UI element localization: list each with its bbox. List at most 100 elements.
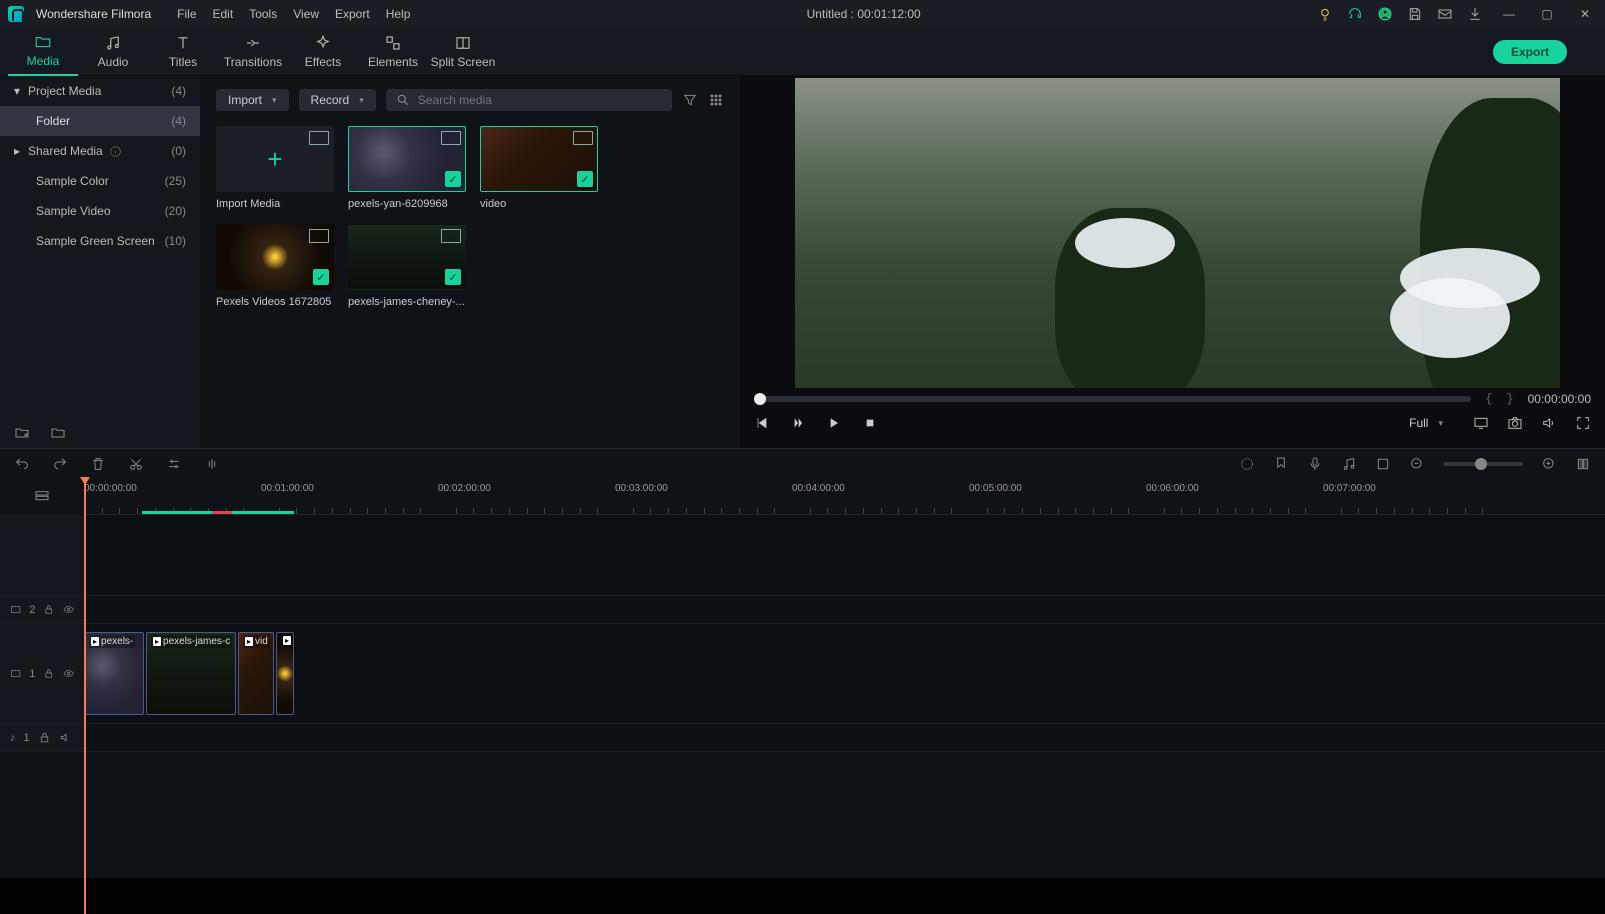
sidebar-item-sample-video[interactable]: Sample Video (20)	[0, 196, 200, 226]
timeline-ruler[interactable]: 00:00:00:0000:01:00:0000:02:00:0000:03:0…	[84, 479, 1605, 515]
play-button[interactable]	[790, 415, 806, 431]
zoom-out-icon[interactable]	[1409, 456, 1425, 472]
import-dropdown[interactable]: Import▾	[216, 89, 289, 111]
stop-button[interactable]	[862, 415, 878, 431]
mark-in-icon[interactable]: {	[1485, 392, 1492, 406]
close-button[interactable]: ✕	[1573, 7, 1597, 21]
fit-icon[interactable]	[1575, 456, 1591, 472]
menu-tools[interactable]: Tools	[249, 7, 277, 21]
idea-icon[interactable]	[1317, 6, 1333, 22]
adjust-icon[interactable]	[166, 456, 182, 472]
export-button[interactable]: Export	[1493, 40, 1567, 64]
info-icon[interactable]	[109, 145, 122, 158]
playhead[interactable]	[84, 479, 86, 914]
sidebar-count: (20)	[165, 204, 186, 218]
media-thumbnail[interactable]: ✓video	[480, 126, 598, 210]
sidebar-item-sample-color[interactable]: Sample Color (25)	[0, 166, 200, 196]
undo-icon[interactable]	[14, 456, 30, 472]
quality-dropdown[interactable]: Full▾	[1397, 412, 1455, 434]
titlebar: Wondershare Filmora File Edit Tools View…	[0, 0, 1605, 28]
eye-icon[interactable]	[63, 667, 74, 680]
tab-label: Effects	[305, 55, 341, 69]
zoom-slider[interactable]	[1443, 462, 1523, 466]
mail-icon[interactable]	[1437, 6, 1453, 22]
headset-icon[interactable]	[1347, 6, 1363, 22]
tab-transitions[interactable]: Transitions	[218, 28, 288, 76]
menu-help[interactable]: Help	[386, 7, 411, 21]
timeline-clip[interactable]: ▸	[276, 632, 294, 715]
lock-icon[interactable]	[38, 731, 51, 744]
minimize-button[interactable]: —	[1497, 7, 1521, 21]
filter-icon[interactable]	[682, 92, 698, 108]
display-icon[interactable]	[1473, 415, 1489, 431]
timeline-tracks: 2 1 ▸ pexels-▸ pexels-james-c▸ vid▸ ♪ 1	[0, 515, 1605, 878]
sidebar-label: Shared Media	[28, 144, 103, 158]
timeline-options-button[interactable]	[0, 479, 84, 515]
tab-titles[interactable]: Titles	[148, 28, 218, 76]
record-dropdown[interactable]: Record▾	[299, 89, 376, 111]
lock-icon[interactable]	[43, 667, 54, 680]
cut-icon[interactable]	[128, 456, 144, 472]
track-number: 2	[29, 604, 35, 616]
fullscreen-icon[interactable]	[1575, 415, 1591, 431]
sidebar-item-project-media[interactable]: ▾ Project Media (4)	[0, 76, 200, 106]
clip-label: ▸	[281, 635, 293, 646]
preview-viewport[interactable]	[795, 78, 1560, 388]
grid-view-icon[interactable]	[708, 92, 724, 108]
delete-icon[interactable]	[90, 456, 106, 472]
snapshot-icon[interactable]	[1507, 415, 1523, 431]
audio-mixer-icon[interactable]	[1341, 456, 1357, 472]
menu-view[interactable]: View	[293, 7, 319, 21]
mark-out-icon[interactable]: }	[1506, 392, 1513, 406]
clip-label: ▸ vid	[243, 635, 270, 648]
sidebar-item-folder[interactable]: Folder (4)	[0, 106, 200, 136]
play-forward-button[interactable]	[826, 415, 842, 431]
volume-icon[interactable]	[1541, 415, 1557, 431]
search-input[interactable]	[386, 89, 672, 111]
audio-wave-icon[interactable]	[204, 456, 220, 472]
folder-icon[interactable]	[50, 425, 66, 441]
voiceover-icon[interactable]	[1307, 456, 1323, 472]
speaker-icon[interactable]	[59, 731, 72, 744]
media-thumbnail[interactable]: ✓pexels-yan-6209968	[348, 126, 466, 210]
timeline-clip[interactable]: ▸ vid	[238, 632, 274, 715]
menu-edit[interactable]: Edit	[213, 7, 234, 21]
marker-icon[interactable]	[1273, 456, 1289, 472]
app-name: Wondershare Filmora	[36, 7, 151, 21]
download-icon[interactable]	[1467, 6, 1483, 22]
timeline-clip[interactable]: ▸ pexels-james-c	[146, 632, 236, 715]
transition-icon	[244, 34, 262, 52]
ruler-tick: 00:06:00:00	[1146, 483, 1199, 494]
tab-audio[interactable]: Audio	[78, 28, 148, 76]
menu-export[interactable]: Export	[335, 7, 370, 21]
save-icon[interactable]	[1407, 6, 1423, 22]
media-thumbnail[interactable]: ✓pexels-james-cheney-...	[348, 224, 466, 308]
tab-elements[interactable]: Elements	[358, 28, 428, 76]
scrub-bar[interactable]	[754, 396, 1471, 402]
new-folder-icon[interactable]	[14, 425, 30, 441]
crop-icon[interactable]	[1375, 456, 1391, 472]
prev-frame-button[interactable]	[754, 415, 770, 431]
media-thumbnail[interactable]: ✓Pexels Videos 1672805	[216, 224, 334, 308]
tab-splitscreen[interactable]: Split Screen	[428, 28, 498, 76]
tab-effects[interactable]: Effects	[288, 28, 358, 76]
maximize-button[interactable]: ▢	[1535, 7, 1559, 21]
track-video-1[interactable]: 1 ▸ pexels-▸ pexels-james-c▸ vid▸	[0, 624, 1605, 724]
render-icon[interactable]	[1239, 456, 1255, 472]
tab-label: Split Screen	[431, 55, 496, 69]
redo-icon[interactable]	[52, 456, 68, 472]
zoom-in-icon[interactable]	[1541, 456, 1557, 472]
sidebar-item-sample-green[interactable]: Sample Green Screen (10)	[0, 226, 200, 256]
timeline-clip[interactable]: ▸ pexels-	[84, 632, 144, 715]
account-icon[interactable]	[1377, 6, 1393, 22]
track-video-2[interactable]: 2	[0, 596, 1605, 624]
lock-icon[interactable]	[43, 603, 54, 616]
sidebar-item-shared-media[interactable]: ▸ Shared Media (0)	[0, 136, 200, 166]
tab-media[interactable]: Media	[8, 28, 78, 76]
ruler-tick: 00:00:00:00	[84, 483, 137, 494]
import-media-tile[interactable]: +Import Media	[216, 126, 334, 210]
track-audio-1[interactable]: ♪ 1	[0, 724, 1605, 752]
eye-icon[interactable]	[63, 603, 74, 616]
audio-track-icon: ♪	[10, 732, 16, 744]
menu-file[interactable]: File	[177, 7, 196, 21]
